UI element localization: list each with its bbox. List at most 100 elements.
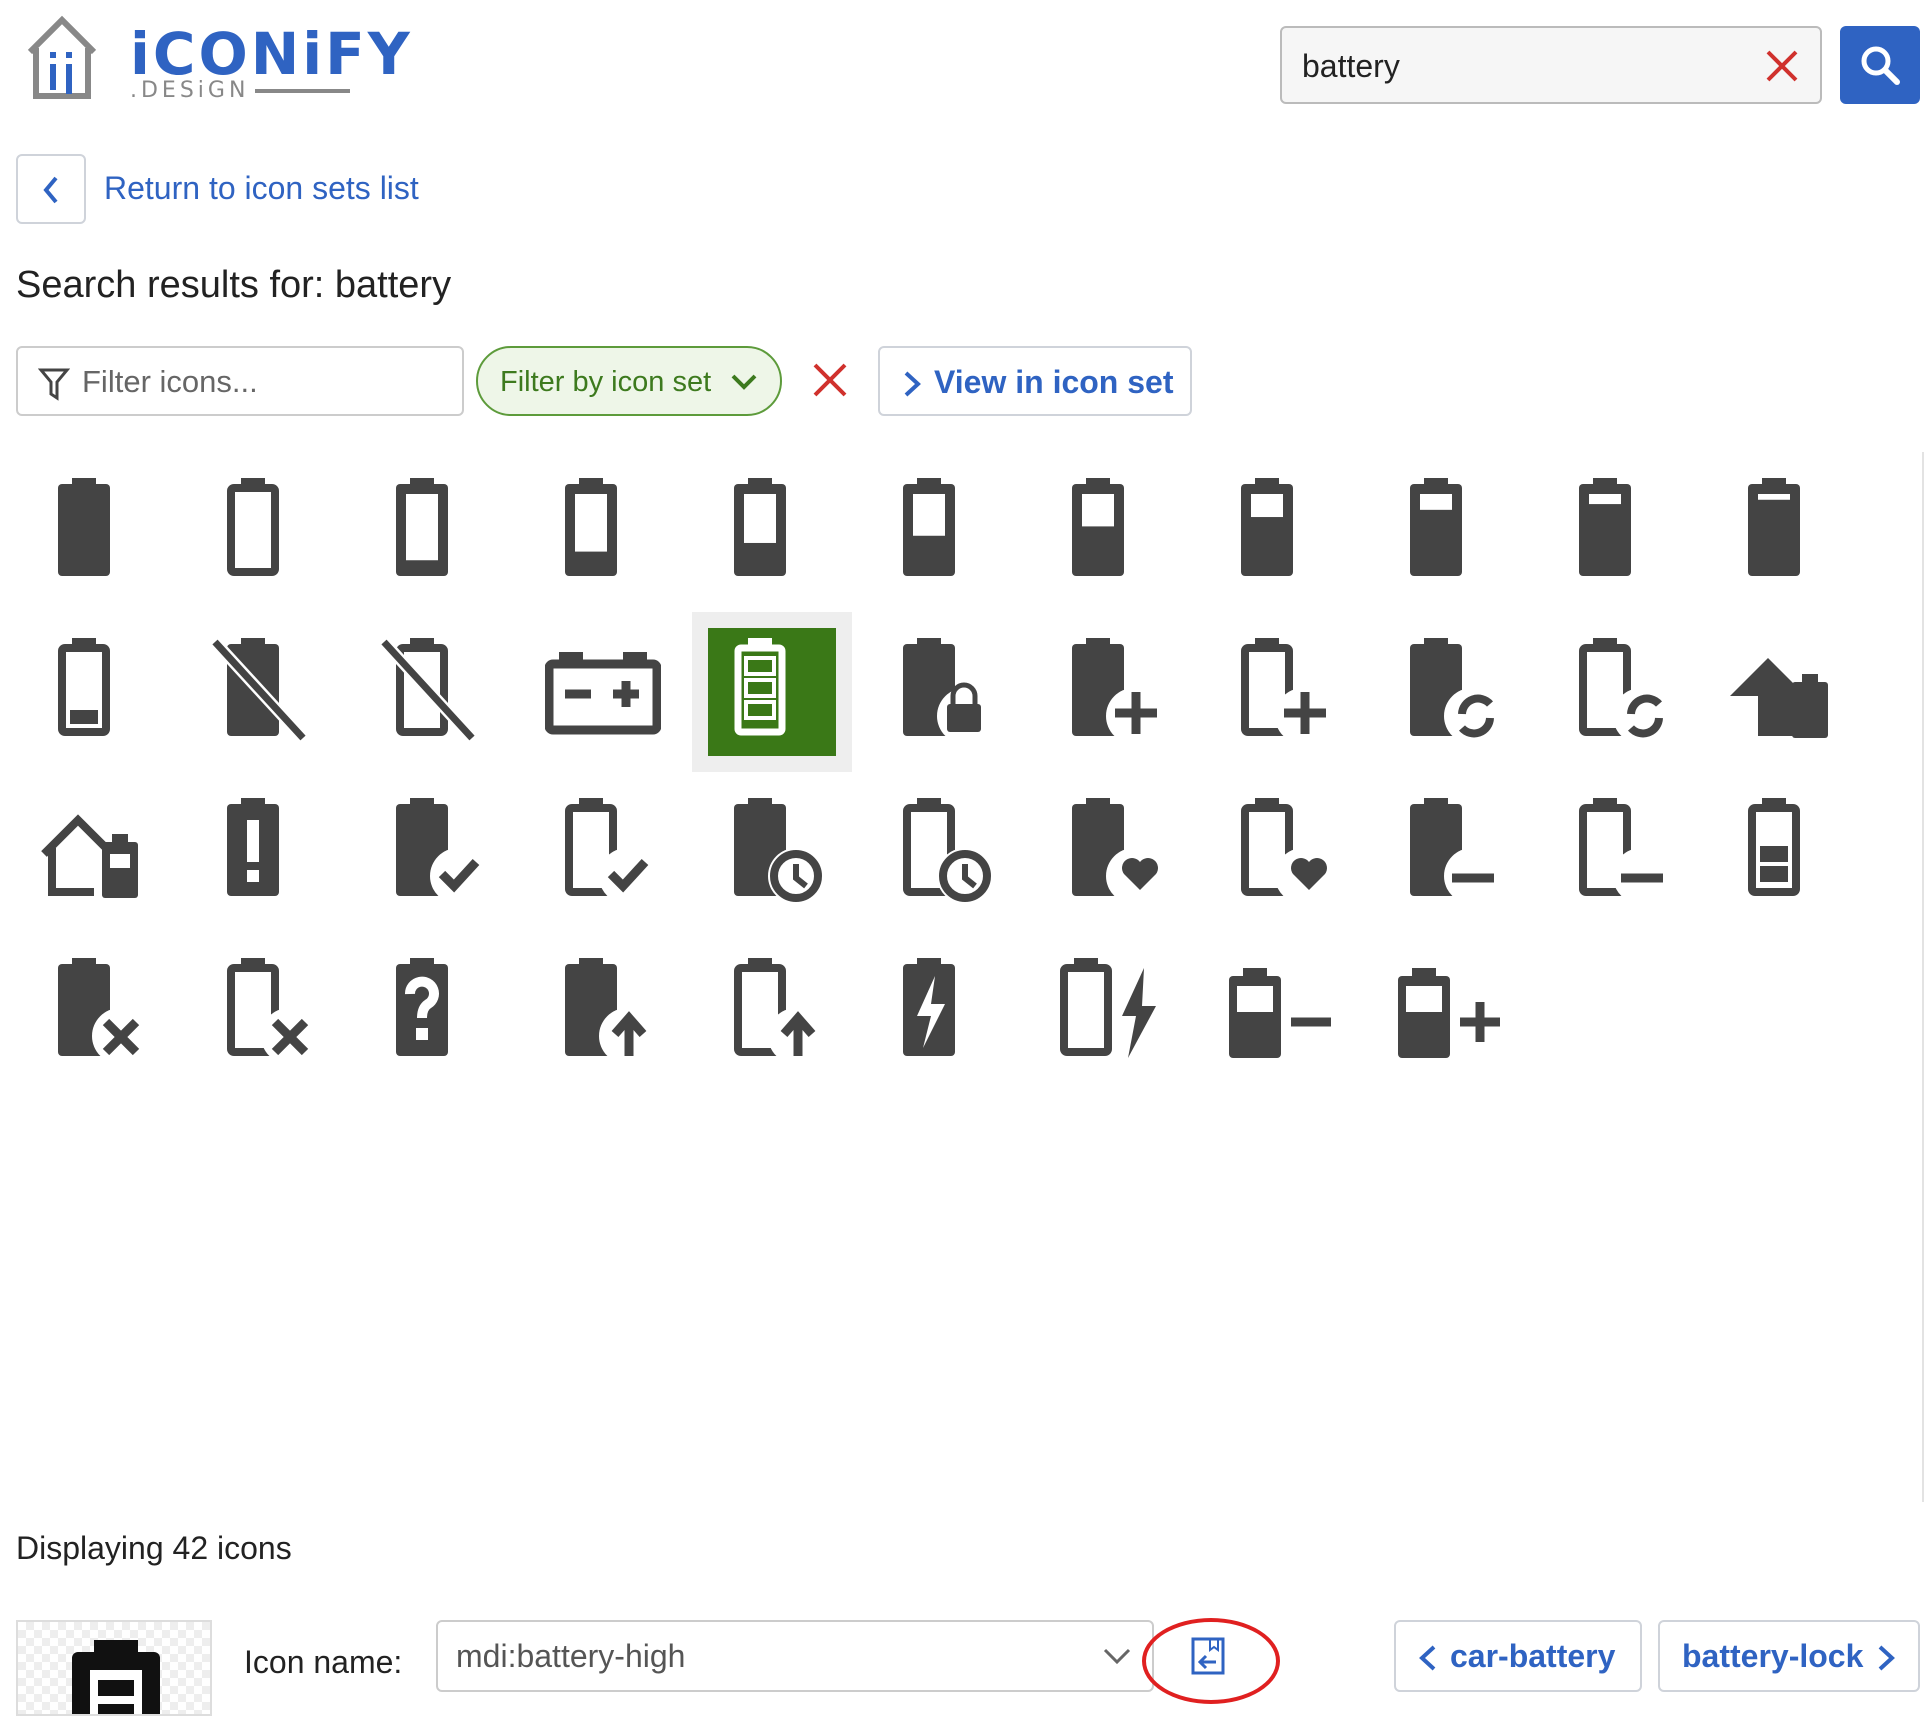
icon-cell-battery-unknown[interactable] <box>354 932 514 1092</box>
icon-cell-battery-40[interactable] <box>861 452 1021 612</box>
battery-medium-icon <box>1748 798 1800 896</box>
icon-cell-battery-plus-outline[interactable] <box>1199 612 1359 772</box>
icon-cell-battery-charging-outline[interactable] <box>1030 932 1190 1092</box>
prev-icon-label: car-battery <box>1450 1638 1616 1674</box>
icon-cell-battery-off[interactable] <box>185 612 345 772</box>
scrollbar-track[interactable] <box>1922 452 1924 1502</box>
battery-arrow-up-icon <box>565 958 655 1064</box>
icon-cell-battery-check[interactable] <box>354 772 514 932</box>
back-button[interactable] <box>16 154 86 224</box>
back-link[interactable]: Return to icon sets list <box>104 170 419 207</box>
icon-cell-battery-check-outline[interactable] <box>523 772 683 932</box>
search-button[interactable] <box>1840 26 1920 104</box>
battery-high-preview-icon <box>72 1640 160 1714</box>
icon-cell-battery-positive[interactable] <box>1368 932 1528 1092</box>
icon-cell-battery-60[interactable] <box>1199 452 1359 612</box>
icon-cell-car-battery[interactable] <box>523 612 683 772</box>
icon-cell-battery-70[interactable] <box>1368 452 1528 612</box>
search-icon <box>1861 46 1900 85</box>
icon-cell-battery-alert-variant-outline[interactable] <box>16 612 176 772</box>
icon-cell-battery[interactable] <box>16 452 176 612</box>
icon-cell-battery-30[interactable] <box>692 452 852 612</box>
chevron-right-icon <box>904 371 921 397</box>
prev-icon-button[interactable]: car-battery <box>1394 1620 1642 1692</box>
search-input[interactable]: battery <box>1280 26 1822 104</box>
battery-high-icon <box>734 638 786 736</box>
battery-10-icon <box>396 478 448 576</box>
icon-cell-battery-sync[interactable] <box>1368 612 1528 772</box>
icon-cell-battery-minus-outline[interactable] <box>1537 772 1697 932</box>
icon-cell-battery-medium[interactable] <box>1706 772 1866 932</box>
clear-search-icon[interactable] <box>1762 46 1802 86</box>
logo-underline <box>255 89 350 93</box>
icon-cell-battery-remove[interactable] <box>16 932 176 1092</box>
filter-by-icon-set-button[interactable]: Filter by icon set <box>476 346 782 416</box>
icon-cell-battery-arrow-up-outline[interactable] <box>692 932 852 1092</box>
icon-cell-battery-80[interactable] <box>1537 452 1697 612</box>
icon-cell-battery-90[interactable] <box>1706 452 1866 612</box>
icon-cell-battery-off-outline[interactable] <box>354 612 514 772</box>
chevron-left-icon <box>43 176 58 204</box>
icon-preview <box>16 1620 212 1716</box>
battery-90-icon <box>1748 478 1800 576</box>
filter-by-icon-set-label: Filter by icon set <box>500 366 712 398</box>
icon-cell-battery-10[interactable] <box>354 452 514 612</box>
view-in-icon-set-button[interactable]: View in icon set <box>878 346 1192 416</box>
next-icon-button[interactable]: battery-lock <box>1658 1620 1920 1692</box>
battery-heart-icon <box>1072 798 1162 904</box>
icon-name-select[interactable]: mdi:battery-high <box>436 1620 1154 1692</box>
icon-cell-battery-lock[interactable] <box>861 612 1021 772</box>
battery-unknown-icon <box>396 958 448 1056</box>
icon-cell-home-battery[interactable] <box>1706 612 1866 772</box>
battery-alert-variant-outline-icon <box>58 638 110 736</box>
clear-filters-icon[interactable] <box>810 360 850 400</box>
home-battery-outline-icon <box>41 814 138 898</box>
icon-cell-battery-heart-outline[interactable] <box>1199 772 1359 932</box>
icon-cell-battery-remove-outline[interactable] <box>185 932 345 1092</box>
battery-remove-icon <box>58 958 148 1064</box>
battery-off-outline-icon <box>379 637 477 743</box>
chevron-left-icon <box>1419 1645 1436 1671</box>
battery-lock-icon <box>903 638 993 744</box>
battery-positive-icon <box>1398 968 1500 1058</box>
icon-cell-battery-charging[interactable] <box>861 932 1021 1092</box>
filter-placeholder: Filter icons... <box>82 364 258 399</box>
icon-cell-battery-minus[interactable] <box>1368 772 1528 932</box>
icon-cell-battery-clock-outline[interactable] <box>861 772 1021 932</box>
chevron-down-icon <box>1103 1648 1131 1665</box>
icon-cell-battery-50[interactable] <box>1030 452 1190 612</box>
view-in-icon-set-label: View in icon set <box>934 364 1174 400</box>
battery-check-outline-icon <box>565 798 655 904</box>
battery-50-icon <box>1072 478 1124 576</box>
battery-charging-icon <box>903 958 955 1056</box>
battery-minus-icon <box>1410 798 1500 904</box>
icon-cell-battery-alert[interactable] <box>185 772 345 932</box>
icon-cell-battery-plus[interactable] <box>1030 612 1190 772</box>
icon-cell-battery-negative[interactable] <box>1199 932 1359 1092</box>
icon-cell-battery-20[interactable] <box>523 452 683 612</box>
battery-off-icon <box>210 637 308 743</box>
page-title: Search results for: battery <box>16 264 452 306</box>
home-logo-icon <box>27 15 97 99</box>
icon-cell-battery-sync-outline[interactable] <box>1537 612 1697 772</box>
battery-alert-icon <box>227 798 279 896</box>
search-value[interactable]: battery <box>1302 48 1400 85</box>
battery-minus-outline-icon <box>1579 798 1669 904</box>
home-battery-icon <box>1730 658 1828 738</box>
battery-check-icon <box>396 798 486 904</box>
icon-cell-battery-outline[interactable] <box>185 452 345 612</box>
icon-count: Displaying 42 icons <box>16 1530 292 1566</box>
filter-icons-input[interactable]: Filter icons... <box>16 346 464 416</box>
battery-arrow-up-outline-icon <box>734 958 824 1064</box>
icon-cell-battery-arrow-up[interactable] <box>523 932 683 1092</box>
battery-plus-icon <box>1072 638 1162 744</box>
battery-heart-outline-icon <box>1241 798 1331 904</box>
battery-icon <box>58 478 110 576</box>
icon-cell-home-battery-outline[interactable] <box>16 772 176 932</box>
icon-cell-battery-clock[interactable] <box>692 772 852 932</box>
icon-cell-battery-heart[interactable] <box>1030 772 1190 932</box>
annotation-circle <box>1142 1618 1280 1704</box>
battery-clock-icon <box>734 798 824 904</box>
icon-cell-battery-high[interactable] <box>692 612 852 772</box>
battery-80-icon <box>1579 478 1631 576</box>
